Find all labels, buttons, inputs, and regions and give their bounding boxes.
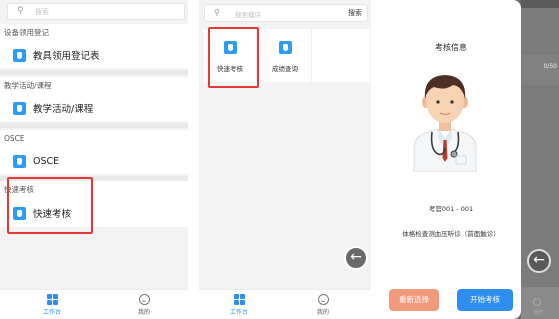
- tab-workbench[interactable]: 工作台: [219, 294, 259, 316]
- start-exam-button[interactable]: 开始考核: [457, 289, 513, 311]
- exam-info-panel: 考核信息 考官001 - 001 体格检查测血压听诊（前面触诊） 重新选择 开始…: [381, 0, 521, 319]
- panel-title: 考核信息: [435, 43, 467, 52]
- hand-icon: [13, 154, 26, 168]
- tab-label: 工作台: [42, 309, 61, 316]
- app-item-label: 教学活动/课程: [33, 104, 94, 115]
- search-icon: ⚲: [214, 8, 220, 17]
- search-button[interactable]: 搜索: [348, 8, 362, 18]
- tab-mine[interactable]: 我的: [303, 294, 343, 316]
- search-placeholder: 搜索: [35, 8, 49, 16]
- tab-mine[interactable]: 我的: [124, 294, 164, 316]
- hand-icon: [13, 101, 26, 115]
- app-item-label: 教具领用登记表: [33, 51, 100, 62]
- module-search-input[interactable]: 搜索模块: [235, 9, 261, 19]
- section-card-teaching: 教学活动/课程: [0, 95, 188, 121]
- user-icon: [138, 294, 150, 305]
- section-card-osce: OSCE: [0, 148, 188, 174]
- bottom-tab-bar: 工作台 我的: [199, 289, 371, 319]
- section-title-equipment: 设备领用登记: [0, 24, 188, 42]
- back-arrow-icon[interactable]: ←: [527, 249, 551, 273]
- doctor-avatar: [413, 75, 477, 172]
- tile-label: 成绩查询: [272, 65, 298, 73]
- workbench-screen: ⚲ 搜索 设备领用登记 教具领用登记表 教学活动/课程 教学活动/课程 OSCE…: [0, 0, 188, 319]
- tab-label: 我的: [137, 309, 150, 316]
- grid-icon: [46, 294, 58, 305]
- tab-label: 我的: [316, 309, 329, 316]
- user-icon: [533, 298, 541, 306]
- app-item-label: OSCE: [33, 155, 60, 167]
- section-divider: [0, 123, 188, 128]
- section-title-osce: OSCE: [0, 130, 188, 148]
- app-item-equipment-register[interactable]: 教具领用登记表: [13, 46, 100, 64]
- background-count: 0/50: [543, 63, 557, 70]
- module-search-screen: ⚲ 搜索模块 搜索 快速考核 成绩查询 ← 工作台 我的: [199, 0, 371, 319]
- back-arrow-icon[interactable]: ←: [344, 246, 368, 270]
- reselect-button[interactable]: 重新选择: [389, 289, 439, 311]
- app-item-osce[interactable]: OSCE: [13, 152, 59, 170]
- bottom-tab-bar: 工作台 我的: [0, 289, 188, 319]
- module-search-bar: ⚲ 搜索模块 搜索: [204, 4, 368, 22]
- background-tab-label: 我的: [533, 310, 544, 316]
- tile-score-query[interactable]: 成绩查询: [259, 29, 312, 82]
- section-card-equipment: 教具领用登记表: [0, 42, 188, 68]
- highlight-box: [208, 27, 259, 88]
- section-divider: [0, 70, 188, 75]
- search-icon: ⚲: [17, 6, 24, 16]
- hand-icon: [13, 48, 26, 62]
- user-icon: [317, 294, 329, 305]
- tab-label: 工作台: [229, 309, 248, 316]
- tab-workbench[interactable]: 工作台: [32, 294, 72, 316]
- section-title-teaching: 教学活动/课程: [0, 77, 188, 95]
- exam-task: 体格检查测血压听诊（前面触诊）: [402, 230, 500, 238]
- exam-info-screen: 0/50 我的 ← 考核信息 考官001 - 001 体格检查测血压听诊（前面触…: [381, 0, 559, 319]
- hand-icon: [278, 41, 292, 54]
- search-input[interactable]: ⚲ 搜索: [7, 3, 185, 20]
- examinee-id: 考官001 - 001: [428, 205, 474, 213]
- grid-icon: [233, 294, 245, 305]
- app-item-teaching-activity[interactable]: 教学活动/课程: [13, 99, 93, 117]
- highlight-box: [7, 177, 93, 234]
